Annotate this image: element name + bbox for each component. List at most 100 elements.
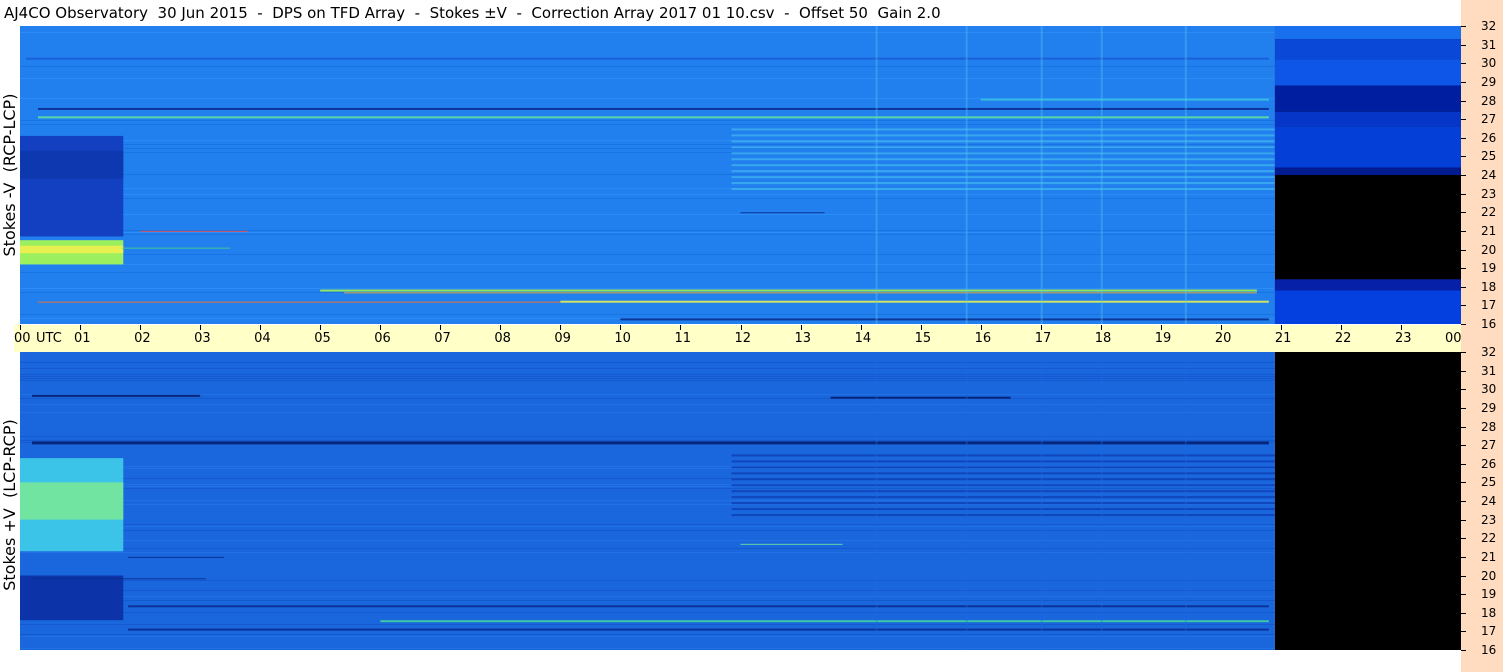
freq-tick-label: 32 <box>1481 19 1497 33</box>
time-tick <box>200 325 202 330</box>
freq-tick-label: 27 <box>1481 112 1497 127</box>
interference-streak <box>32 578 207 580</box>
time-tick-label: 11 <box>674 331 691 346</box>
freq-tick-label: 23 <box>1481 512 1497 527</box>
band-stripe <box>731 460 1275 463</box>
texture-row <box>20 214 1275 215</box>
texture-row <box>20 412 1275 413</box>
time-tick <box>680 325 682 330</box>
interference-streak <box>980 98 1269 101</box>
interference-streak <box>128 605 1269 608</box>
freq-tick-label: 27 <box>1481 438 1497 453</box>
freq-tick-label: 29 <box>1481 400 1497 415</box>
band-stripe <box>731 466 1275 469</box>
time-tick-label: 00 <box>14 331 31 346</box>
freq-tick-label: 16 <box>1481 643 1497 657</box>
time-tick <box>1160 325 1162 330</box>
freq-tick-label: 17 <box>1481 298 1497 313</box>
texture-row <box>20 230 1275 231</box>
texture-row <box>20 194 1275 195</box>
time-tick-label: 23 <box>1394 331 1412 346</box>
no-data-band <box>1274 59 1461 86</box>
texture-row <box>20 624 1275 625</box>
time-tick-label: 12 <box>734 331 752 346</box>
freq-tick-label: 26 <box>1481 456 1497 471</box>
freq-tick <box>1461 445 1466 447</box>
texture-row <box>20 78 1275 79</box>
band-stripe <box>731 182 1275 185</box>
dark-block-core <box>20 150 124 179</box>
texture-row <box>20 552 1275 553</box>
band-stripe <box>731 514 1275 517</box>
freq-tick <box>1461 370 1466 372</box>
time-tick <box>80 325 82 330</box>
no-data-band <box>1274 279 1461 291</box>
texture-row <box>20 198 1275 199</box>
time-tick <box>620 325 622 330</box>
texture-row <box>20 288 1275 289</box>
dark-block <box>20 575 124 621</box>
freq-tick-label: 19 <box>1481 587 1497 602</box>
time-tick <box>1220 325 1222 330</box>
time-tick <box>380 325 382 330</box>
time-tick-label: 22 <box>1334 331 1352 346</box>
freq-tick <box>1461 556 1466 558</box>
top-panel-ylabel: Stokes -V (RCP-LCP) <box>0 93 19 257</box>
texture-row <box>20 600 1275 601</box>
band-stripe <box>731 502 1275 505</box>
texture-row <box>20 440 1275 441</box>
vertical-feature <box>1040 352 1043 650</box>
band-stripe <box>731 188 1275 191</box>
freq-tick-label: 20 <box>1481 242 1497 257</box>
time-tick-label: 02 <box>134 331 151 346</box>
time-tick-label: 08 <box>494 331 511 346</box>
texture-row <box>20 232 1275 233</box>
interference-streak <box>122 247 231 249</box>
vertical-feature <box>1100 26 1103 324</box>
texture-row <box>20 124 1275 125</box>
time-tick <box>140 325 142 330</box>
freq-tick-label: 24 <box>1481 168 1497 182</box>
freq-tick-label: 23 <box>1481 186 1497 201</box>
texture-row <box>20 32 1275 33</box>
texture-row <box>20 636 1275 637</box>
time-tick <box>20 325 21 330</box>
texture-row <box>20 380 1275 381</box>
time-tick-label: 09 <box>554 331 571 346</box>
time-tick-label: 07 <box>434 331 451 346</box>
texture-row <box>20 504 1275 505</box>
freq-tick <box>1461 137 1466 139</box>
interference-streak <box>38 301 561 303</box>
texture-row <box>20 580 1275 581</box>
freq-tick <box>1461 63 1466 65</box>
texture-row <box>20 596 1275 597</box>
texture-row <box>20 524 1275 525</box>
freq-tick <box>1461 119 1466 121</box>
no-data-band <box>1274 290 1461 324</box>
freq-tick-label: 26 <box>1481 130 1497 145</box>
texture-row <box>20 66 1275 67</box>
interference-streak <box>128 556 225 558</box>
freq-tick-label: 18 <box>1481 279 1497 294</box>
no-data-band <box>1274 26 1461 40</box>
interference-streak <box>344 292 1257 294</box>
interference-streak <box>26 57 1269 60</box>
no-data-band <box>1274 126 1461 168</box>
freq-tick <box>1461 594 1466 596</box>
texture-row <box>20 404 1275 405</box>
time-tick <box>1040 325 1042 330</box>
freq-tick <box>1461 212 1466 214</box>
freq-tick <box>1461 463 1466 465</box>
bottom-spectrogram-svg <box>20 352 1461 650</box>
band-stripe <box>731 508 1275 511</box>
freq-tick-label: 22 <box>1481 205 1497 220</box>
time-tick-label: 01 <box>74 331 91 346</box>
time-tick <box>320 325 322 330</box>
texture-row <box>20 526 1275 527</box>
freq-tick <box>1461 175 1466 176</box>
freq-tick-label: 25 <box>1481 475 1497 490</box>
texture-row <box>20 548 1275 549</box>
band-stripe <box>731 478 1275 481</box>
time-tick <box>500 325 502 330</box>
freq-tick <box>1461 631 1466 633</box>
